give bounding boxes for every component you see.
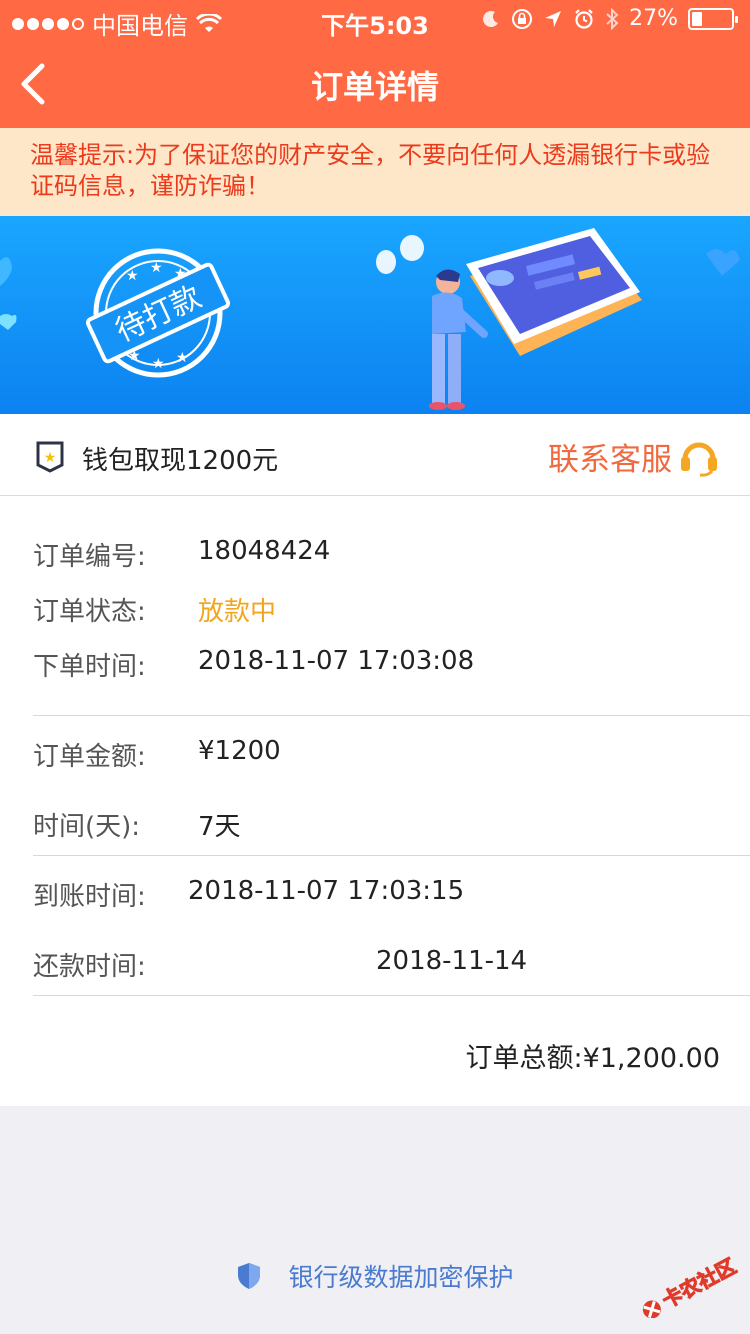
order-amount-value: ¥1200: [198, 736, 281, 766]
svg-text:★: ★: [126, 268, 139, 284]
term-value: 7天: [198, 812, 241, 842]
order-number-label: 订单编号:: [33, 542, 146, 572]
header-bar: 中国电信 下午5:03 27% 订单详情: [0, 0, 750, 128]
contact-service-button[interactable]: 联系客服: [548, 434, 720, 479]
order-number-value: 18048424: [198, 536, 331, 566]
svg-text:★: ★: [150, 260, 163, 276]
rotation-lock-icon: [512, 8, 533, 29]
banner-illustration: ★ ★ ★ ★ ★ ★ 待打款: [0, 228, 740, 410]
security-footer-text: 银行级数据加密保护: [288, 1263, 514, 1292]
moon-icon: [483, 10, 499, 27]
order-total-label: 订单总额:: [465, 1043, 583, 1074]
pending-stamp-icon: ★ ★ ★ ★ ★ ★ 待打款: [85, 248, 231, 378]
headset-icon: [681, 442, 717, 477]
community-watermark: 卡农社区: [642, 1253, 741, 1318]
bluetooth-icon: [606, 7, 619, 30]
nav-bar: 订单详情: [0, 40, 750, 128]
status-bar: 中国电信 下午5:03 27%: [0, 0, 750, 40]
divider: [33, 855, 750, 856]
repay-time-label: 还款时间:: [33, 952, 146, 982]
order-card: ★ 钱包取现1200元 联系客服 订单编号: 18048424 订单状态: 放款…: [0, 414, 750, 1106]
arrival-time-value: 2018-11-07 17:03:15: [188, 876, 465, 906]
order-total-value: ¥1,200.00: [582, 1043, 720, 1074]
term-label: 时间(天):: [33, 812, 141, 842]
alarm-icon: [575, 8, 593, 29]
security-shield-icon: [238, 1263, 261, 1289]
person-illustration: [429, 269, 488, 410]
battery-percent: 27%: [629, 6, 678, 31]
order-total: 订单总额:¥1,200.00: [465, 1036, 720, 1075]
safety-notice: 温馨提示:为了保证您的财产安全，不要向任何人透漏银行卡或验证码信息，谨防诈骗！: [0, 128, 750, 216]
order-status-value: 放款中: [198, 597, 277, 627]
svg-text:★: ★: [152, 356, 165, 372]
divider: [33, 715, 750, 716]
battery-icon: [688, 7, 738, 30]
order-summary-row: ★ 钱包取现1200元 联系客服: [0, 414, 750, 496]
order-status-label: 订单状态:: [33, 597, 146, 627]
wallet-badge-icon: ★: [36, 441, 64, 473]
svg-text:★: ★: [176, 350, 189, 366]
arrival-time-label: 到账时间:: [33, 882, 146, 912]
order-product-title: 钱包取现1200元: [82, 446, 279, 476]
page-title: 订单详情: [310, 68, 439, 106]
status-banner: ★ ★ ★ ★ ★ ★ 待打款: [0, 216, 750, 414]
repay-time-value: 2018-11-14: [376, 946, 528, 976]
order-amount-label: 订单金额:: [33, 742, 146, 772]
divider: [33, 995, 750, 996]
location-icon: [545, 10, 562, 27]
watermark-label: 卡农社区: [658, 1254, 740, 1313]
tablet-illustration: [466, 228, 642, 356]
svg-text:★: ★: [44, 450, 57, 466]
order-placed-label: 下单时间:: [33, 652, 146, 682]
order-placed-value: 2018-11-07 17:03:08: [198, 646, 475, 676]
contact-service-label: 联系客服: [548, 442, 672, 478]
